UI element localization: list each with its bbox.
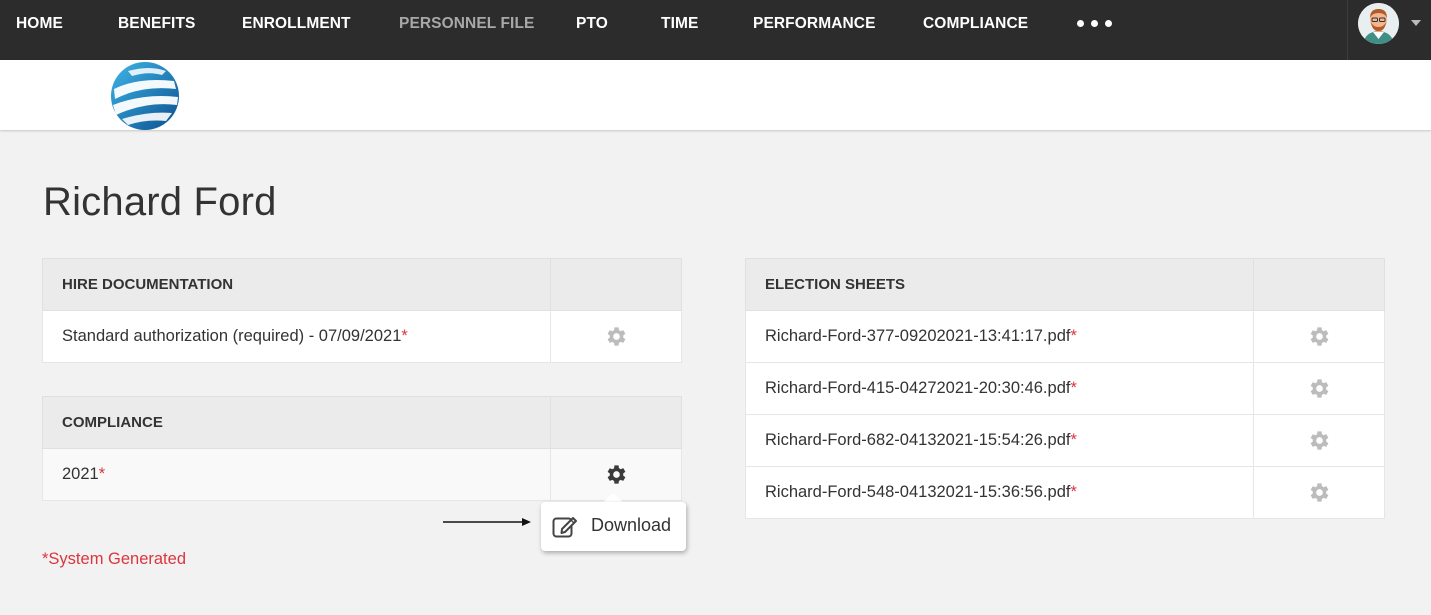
- legend-text: System Generated: [48, 550, 186, 568]
- gear-icon[interactable]: [1307, 428, 1332, 453]
- gear-icon[interactable]: [1307, 324, 1332, 349]
- required-mark: *: [1070, 483, 1077, 501]
- download-menu-item[interactable]: Download: [541, 502, 686, 551]
- required-mark: *: [1070, 327, 1077, 345]
- hire-documentation-actions-header: [550, 258, 682, 311]
- nav-divider: [1347, 0, 1348, 60]
- election-sheets-header: ELECTION SHEETS: [744, 258, 1255, 311]
- document-name[interactable]: Standard authorization (required) - 07/0…: [41, 310, 552, 363]
- nav-home[interactable]: HOME: [16, 0, 63, 48]
- required-mark: *: [1070, 379, 1077, 397]
- top-nav: HOME BENEFITS ENROLLMENT PERSONNEL FILE …: [0, 0, 1431, 60]
- nav-enrollment[interactable]: ENROLLMENT: [242, 0, 351, 48]
- hire-documentation-table: HIRE DOCUMENTATION Standard authorizatio…: [41, 258, 682, 363]
- required-mark: *: [98, 465, 106, 483]
- table-row: Richard-Ford-415-04272021-20:30:46.pdf*: [744, 362, 1385, 415]
- actions-cell: [1253, 466, 1385, 519]
- document-name[interactable]: Richard-Ford-377-09202021-13:41:17.pdf*: [744, 310, 1255, 363]
- user-avatar-icon[interactable]: [1358, 3, 1399, 44]
- actions-cell: [1253, 414, 1385, 467]
- more-dots-icon[interactable]: [1077, 20, 1112, 27]
- document-name-text: Richard-Ford-377-09202021-13:41:17.pdf: [765, 327, 1071, 345]
- nav-time[interactable]: TIME: [661, 0, 698, 48]
- nav-performance[interactable]: PERFORMANCE: [753, 0, 876, 48]
- required-mark: *: [1070, 431, 1077, 449]
- document-name[interactable]: Richard-Ford-682-04132021-15:54:26.pdf*: [744, 414, 1255, 467]
- document-name-text: Richard-Ford-548-04132021-15:36:56.pdf: [765, 483, 1071, 501]
- nav-personnel-file[interactable]: PERSONNEL FILE: [399, 0, 534, 48]
- header-band: [0, 60, 1431, 130]
- document-name[interactable]: Richard-Ford-548-04132021-15:36:56.pdf*: [744, 466, 1255, 519]
- document-name[interactable]: Richard-Ford-415-04272021-20:30:46.pdf*: [744, 362, 1255, 415]
- table-row: Richard-Ford-548-04132021-15:36:56.pdf*: [744, 466, 1385, 519]
- compliance-actions-header: [550, 396, 682, 449]
- gear-icon[interactable]: [1307, 480, 1332, 505]
- system-generated-legend: *System Generated: [42, 550, 186, 569]
- edit-icon: [552, 514, 579, 539]
- document-name-text: Richard-Ford-682-04132021-15:54:26.pdf: [765, 431, 1071, 449]
- document-name-text: Standard authorization (required) - 07/0…: [62, 327, 402, 345]
- download-label: Download: [591, 515, 672, 535]
- actions-cell: [1253, 362, 1385, 415]
- document-name-text: Richard-Ford-415-04272021-20:30:46.pdf: [765, 379, 1071, 397]
- globe-logo-icon: [108, 59, 182, 133]
- table-row: Standard authorization (required) - 07/0…: [41, 310, 682, 363]
- compliance-header: COMPLIANCE: [41, 396, 552, 449]
- table-row: Richard-Ford-377-09202021-13:41:17.pdf*: [744, 310, 1385, 363]
- compliance-table: COMPLIANCE 2021*: [41, 396, 682, 501]
- caret-down-icon[interactable]: [1411, 20, 1421, 26]
- gear-icon[interactable]: [1307, 376, 1332, 401]
- table-row: 2021*: [41, 448, 682, 501]
- document-name[interactable]: 2021*: [41, 448, 552, 501]
- actions-cell: [550, 310, 682, 363]
- annotation-arrow: [443, 518, 531, 526]
- nav-benefits[interactable]: BENEFITS: [118, 0, 195, 48]
- nav-pto[interactable]: PTO: [576, 0, 608, 48]
- gear-icon[interactable]: [604, 324, 629, 349]
- page-title: Richard Ford: [43, 180, 277, 224]
- election-sheets-table: ELECTION SHEETS Richard-Ford-377-0920202…: [744, 258, 1385, 519]
- election-sheets-actions-header: [1253, 258, 1385, 311]
- document-name-text: 2021: [62, 465, 99, 483]
- gear-icon[interactable]: [604, 462, 629, 487]
- hire-documentation-header: HIRE DOCUMENTATION: [41, 258, 552, 311]
- table-row: Richard-Ford-682-04132021-15:54:26.pdf*: [744, 414, 1385, 467]
- required-mark: *: [401, 327, 408, 345]
- nav-compliance[interactable]: COMPLIANCE: [923, 0, 1028, 48]
- actions-cell: [1253, 310, 1385, 363]
